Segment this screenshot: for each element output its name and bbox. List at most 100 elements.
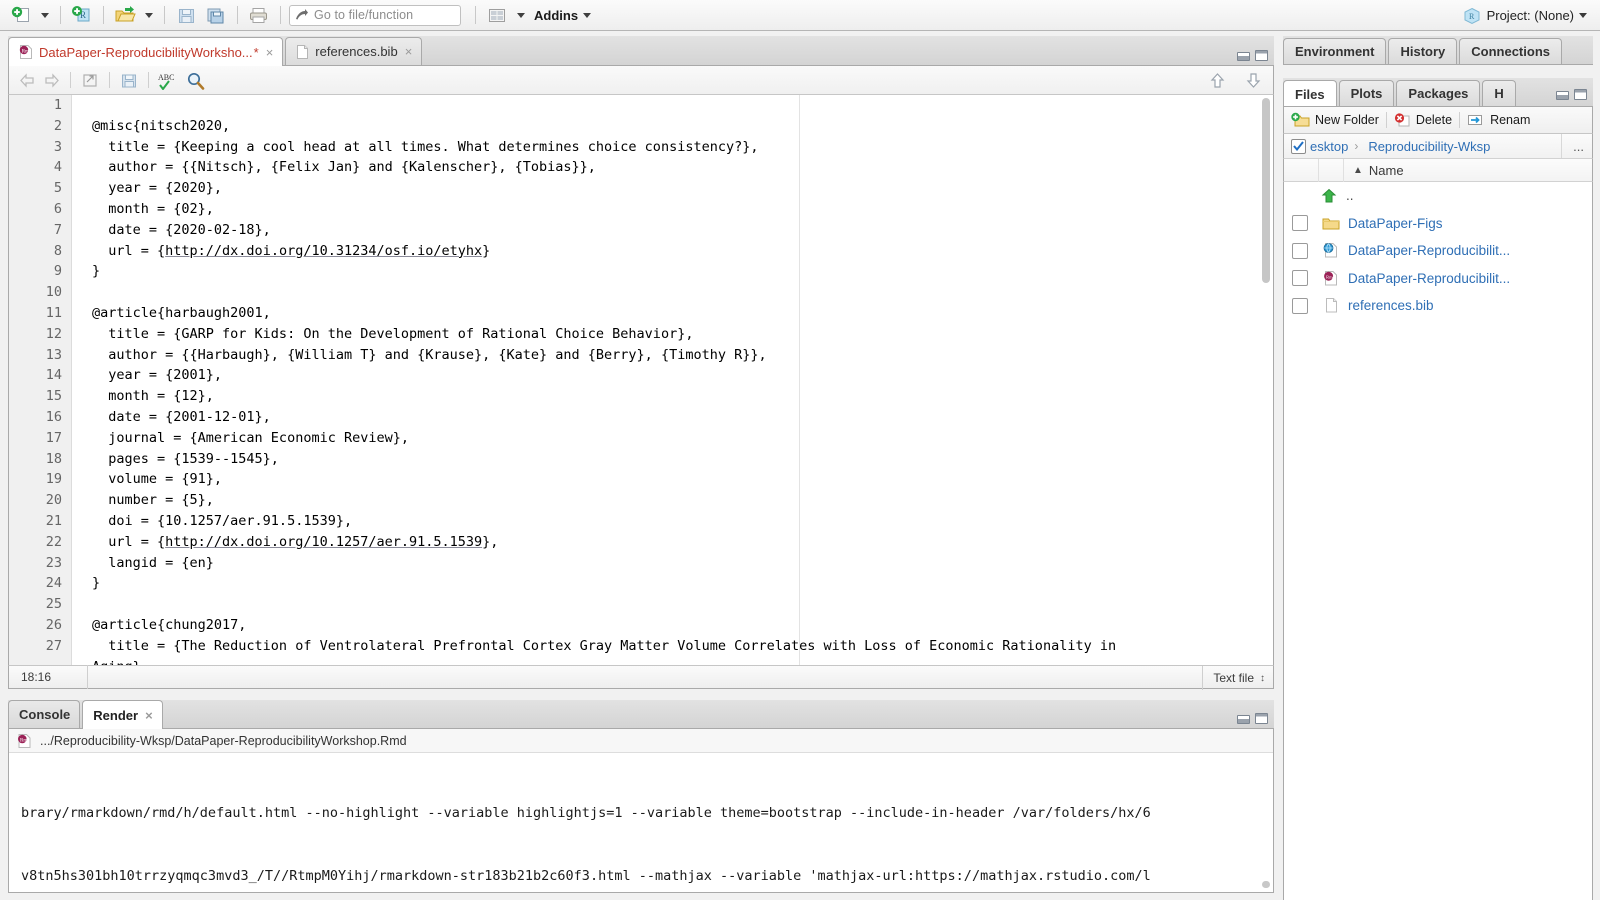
file-type-selector[interactable]: Text file ↕ <box>1202 666 1273 690</box>
breadcrumb-desktop[interactable]: esktop <box>1310 139 1348 154</box>
code-line[interactable]: langid = {en} <box>72 553 1273 574</box>
code-line[interactable] <box>72 282 1273 303</box>
next-chunk-button[interactable] <box>1241 70 1265 92</box>
breadcrumb-more-button[interactable]: ... <box>1573 139 1584 154</box>
list-item[interactable]: references.bib <box>1284 292 1592 320</box>
code-line[interactable] <box>72 594 1273 615</box>
source-tab-close-icon[interactable]: × <box>405 45 413 58</box>
tab-plots[interactable]: Plots <box>1338 80 1395 106</box>
delete-button[interactable]: Delete <box>1387 112 1459 128</box>
navigate-forward-button[interactable] <box>39 69 63 91</box>
code-url-link[interactable]: http://dx.doi.org/10.31234/osf.io/etyhx <box>165 243 482 259</box>
list-item[interactable]: .. <box>1284 182 1592 210</box>
code-line[interactable]: @misc{nitsch2020, <box>72 116 1273 137</box>
source-tab-datapaper-rmd[interactable]: Rm DataPaper-ReproducibilityWorksho... *… <box>8 37 284 66</box>
code-line[interactable]: url = {http://dx.doi.org/10.1257/aer.91.… <box>72 532 1273 553</box>
code-line[interactable] <box>72 95 1273 116</box>
list-item-checkbox[interactable] <box>1292 242 1308 259</box>
source-tab-references-bib[interactable]: references.bib × <box>285 37 423 65</box>
code-line[interactable]: author = {{Harbaugh}, {William T} and {K… <box>72 345 1273 366</box>
console-body[interactable]: Rm .../Reproducibility-Wksp/DataPaper-Re… <box>8 729 1274 893</box>
select-all-checkbox[interactable] <box>1291 138 1306 154</box>
code-line[interactable]: doi = {10.1257/aer.91.5.1539}, <box>72 511 1273 532</box>
open-file-caret-icon[interactable] <box>145 12 153 18</box>
tab-console[interactable]: Console <box>8 700 81 728</box>
code-line[interactable]: title = {Keeping a cool head at all time… <box>72 137 1273 158</box>
list-item-checkbox[interactable] <box>1292 215 1308 232</box>
previous-chunk-button[interactable] <box>1205 70 1229 92</box>
vertical-splitter[interactable] <box>1276 36 1282 892</box>
maximize-pane-icon[interactable] <box>1255 713 1268 724</box>
minimize-pane-icon[interactable] <box>1556 91 1569 100</box>
tab-environment[interactable]: Environment <box>1283 38 1387 64</box>
pane-layout-button[interactable] <box>482 3 512 27</box>
new-folder-button[interactable]: New Folder <box>1284 112 1386 128</box>
minimize-pane-icon[interactable] <box>1237 715 1250 724</box>
code-line[interactable]: month = {02}, <box>72 199 1273 220</box>
list-item-name[interactable]: DataPaper-Reproducibilit... <box>1348 243 1510 258</box>
print-button[interactable] <box>244 3 274 27</box>
code-line[interactable]: url = {http://dx.doi.org/10.31234/osf.io… <box>72 241 1273 262</box>
navigate-back-button[interactable] <box>15 69 39 91</box>
list-item-name[interactable]: .. <box>1346 188 1354 203</box>
code-line[interactable]: } <box>72 573 1273 594</box>
list-item-checkbox[interactable] <box>1292 297 1308 314</box>
list-item-name[interactable]: references.bib <box>1348 298 1434 313</box>
code-line[interactable]: journal = {American Economic Review}, <box>72 428 1273 449</box>
tab-render-close-icon[interactable]: × <box>145 709 153 722</box>
maximize-pane-icon[interactable] <box>1255 50 1268 61</box>
list-item[interactable]: Rmd DataPaper-Reproducibilit... <box>1284 265 1592 293</box>
code-line[interactable]: @article{harbaugh2001, <box>72 303 1273 324</box>
list-item[interactable]: DataPaper-Figs <box>1284 210 1592 238</box>
tab-files[interactable]: Files <box>1283 80 1337 106</box>
show-in-new-window-button[interactable] <box>78 69 102 91</box>
code-line[interactable]: date = {2001-12-01}, <box>72 407 1273 428</box>
file-type-caret-icon[interactable]: ↕ <box>1260 673 1265 684</box>
source-tab-close-icon[interactable]: × <box>266 46 274 59</box>
code-url-link[interactable]: http://dx.doi.org/10.1257/aer.91.5.1539 <box>165 534 482 550</box>
code-line[interactable]: year = {2001}, <box>72 365 1273 386</box>
console-vertical-scrollbar[interactable] <box>1261 753 1272 891</box>
new-file-caret-icon[interactable] <box>41 12 49 18</box>
files-list[interactable]: .. DataPaper-Figs DataPaper-Reproducibil… <box>1283 182 1593 900</box>
editor-save-button[interactable] <box>117 69 141 91</box>
addins-button[interactable]: Addins <box>534 8 578 23</box>
code-line[interactable]: volume = {91}, <box>72 469 1273 490</box>
maximize-pane-icon[interactable] <box>1574 89 1587 100</box>
tab-history[interactable]: History <box>1388 38 1458 64</box>
addins-caret-icon[interactable] <box>583 12 592 18</box>
goto-file-function-input[interactable]: Go to file/function <box>289 4 461 26</box>
new-project-button[interactable]: R <box>67 3 97 27</box>
project-selector[interactable]: R Project: (None) <box>1463 0 1592 31</box>
code-line[interactable]: Aging}, <box>72 657 1273 665</box>
breadcrumb-reproducibility-wksp[interactable]: Reproducibility-Wksp <box>1368 139 1490 154</box>
code-line[interactable]: number = {5}, <box>72 490 1273 511</box>
tab-help[interactable]: H <box>1482 80 1516 106</box>
editor-vertical-scrollbar[interactable] <box>1261 96 1272 664</box>
code-line[interactable]: pages = {1539--1545}, <box>72 449 1273 470</box>
save-button[interactable] <box>171 3 201 27</box>
list-item-name[interactable]: DataPaper-Reproducibilit... <box>1348 271 1510 286</box>
rename-button[interactable]: Renam <box>1460 112 1537 128</box>
code-line[interactable]: month = {12}, <box>72 386 1273 407</box>
project-caret-icon[interactable] <box>1579 13 1587 18</box>
tab-connections[interactable]: Connections <box>1459 38 1562 64</box>
code-line[interactable]: title = {GARP for Kids: On the Developme… <box>72 324 1273 345</box>
tab-render[interactable]: Render × <box>82 700 163 729</box>
spellcheck-button[interactable]: ABC <box>156 69 180 91</box>
find-replace-button[interactable] <box>184 69 208 91</box>
files-header-name-col[interactable]: ▲ Name <box>1344 163 1404 178</box>
new-file-button[interactable] <box>6 3 36 27</box>
save-all-button[interactable] <box>201 3 231 27</box>
code-line[interactable]: title = {The Reduction of Ventrolateral … <box>72 636 1273 657</box>
editor-scrollbar-thumb[interactable] <box>1262 98 1270 283</box>
list-item-checkbox[interactable] <box>1292 270 1308 287</box>
list-item[interactable]: DataPaper-Reproducibilit... <box>1284 237 1592 265</box>
pane-layout-caret-icon[interactable] <box>517 12 525 18</box>
code-line[interactable]: date = {2020-02-18}, <box>72 220 1273 241</box>
code-line[interactable]: @article{chung2017, <box>72 615 1273 636</box>
code-line[interactable]: author = {{Nitsch}, {Felix Jan} and {Kal… <box>72 157 1273 178</box>
console-scrollbar-thumb[interactable] <box>1262 881 1270 888</box>
code-editor[interactable]: 1 2 3 4 5 6 7 8 9 10 11 12 13 14 15 16 17 18 19 20 21 22 23 24 2… <box>8 95 1274 665</box>
minimize-pane-icon[interactable] <box>1237 52 1250 61</box>
